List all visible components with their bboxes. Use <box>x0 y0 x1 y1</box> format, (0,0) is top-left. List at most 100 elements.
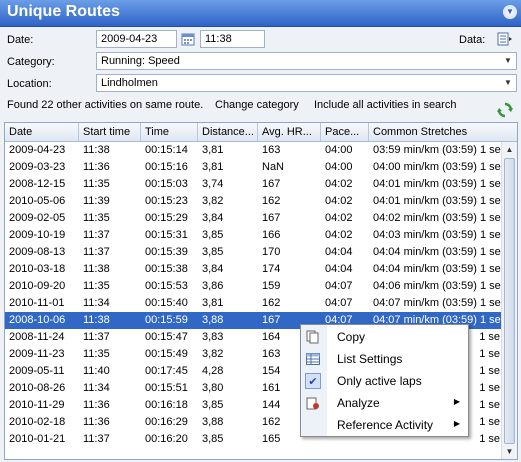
avg-hr-cell: 163 <box>262 144 281 156</box>
common-stretches-cell: 04:03 min/km (03:59) 1 se <box>373 229 501 241</box>
include-all-activities-link[interactable]: Include all activities in search <box>314 99 456 111</box>
table-row[interactable]: 2008-12-15 11:35 00:15:03 3,74 167 04:02 04:01… <box>5 176 502 193</box>
date-cell: 2009-03-23 <box>9 161 66 173</box>
scroll-up-icon[interactable]: ▲ <box>502 142 517 157</box>
location-select[interactable]: Lindholmen ▼ <box>96 74 517 92</box>
column-header-time[interactable]: Time <box>141 123 198 141</box>
start-time-cell: 11:37 <box>83 246 110 258</box>
distance-cell: 3,85 <box>202 229 224 241</box>
data-table-icon[interactable] <box>497 31 513 47</box>
menu-item-reference-activity[interactable]: Reference Activity ▶ <box>301 414 468 436</box>
context-menu: Copy List Settings ✔ Only active laps An… <box>300 324 469 437</box>
avg-hr-cell: 162 <box>262 297 281 309</box>
table-row[interactable]: 2009-04-23 11:38 00:15:14 3,81 163 04:00 03:59… <box>5 142 502 159</box>
scrollbar-thumb[interactable] <box>504 158 515 444</box>
time-cell: 00:15:49 <box>145 348 188 360</box>
avg-hr-cell: 166 <box>262 229 281 241</box>
distance-cell: 3,83 <box>202 331 224 343</box>
common-stretches-cell: 04:07 min/km (03:59) 1 se <box>373 297 501 309</box>
time-cell: 00:16:20 <box>145 433 188 445</box>
time-field[interactable]: 11:38 <box>200 30 265 48</box>
distance-cell: 3,74 <box>202 178 224 190</box>
chevron-down-icon[interactable]: ▼ <box>503 5 517 19</box>
time-cell: 00:15:29 <box>145 212 188 224</box>
date-label: Date: <box>7 34 34 46</box>
pace-cell: 04:02 <box>325 229 353 241</box>
pace-cell: 04:07 <box>325 297 353 309</box>
menu-item-analyze[interactable]: Analyze ▶ <box>301 392 468 414</box>
common-stretches-cell: 04:00 min/km (03:59) 1 se <box>373 161 501 173</box>
distance-cell: 3,82 <box>202 195 224 207</box>
date-cell: 2008-11-24 <box>9 331 65 343</box>
table-row[interactable]: 2009-10-19 11:37 00:15:31 3,85 166 04:02 04:03… <box>5 227 502 244</box>
distance-cell: 3,85 <box>202 399 224 411</box>
column-header-start-time[interactable]: Start time <box>79 123 141 141</box>
common-stretches-cell: 04:04 min/km (03:59) 1 se <box>373 263 501 275</box>
vertical-scrollbar[interactable]: ▲ ▼ <box>501 142 517 459</box>
refresh-icon[interactable] <box>496 101 514 119</box>
submenu-arrow-icon: ▶ <box>453 397 460 406</box>
time-cell: 00:15:23 <box>145 195 188 207</box>
time-cell: 00:16:18 <box>145 399 188 411</box>
distance-cell: 3,81 <box>202 161 224 173</box>
list-settings-icon <box>305 351 321 367</box>
date-cell: 2010-02-18 <box>9 416 66 428</box>
avg-hr-cell: 167 <box>262 212 281 224</box>
column-header-date[interactable]: Date <box>5 123 79 141</box>
table-row[interactable]: 2009-08-13 11:37 00:15:39 3,85 170 04:04 04:04… <box>5 244 502 261</box>
submenu-arrow-icon: ▶ <box>453 419 460 428</box>
table-row[interactable]: 2009-02-05 11:35 00:15:29 3,84 167 04:02 04:02… <box>5 210 502 227</box>
avg-hr-cell: 159 <box>262 280 281 292</box>
time-cell: 00:15:14 <box>145 144 188 156</box>
start-time-cell: 11:38 <box>83 314 110 326</box>
date-cell: 2010-11-01 <box>9 297 65 309</box>
scroll-down-icon[interactable]: ▼ <box>502 444 517 459</box>
column-header-common-stretches[interactable]: Common Stretches <box>369 123 517 141</box>
column-header-avg-hr[interactable]: Avg. HR... <box>258 123 321 141</box>
change-category-link[interactable]: Change category <box>215 99 299 111</box>
time-cell: 00:15:03 <box>145 178 188 190</box>
time-cell: 00:17:45 <box>145 365 188 377</box>
distance-cell: 4,28 <box>202 365 224 377</box>
column-header-pace[interactable]: Pace... <box>321 123 369 141</box>
date-cell: 2010-11-29 <box>9 399 65 411</box>
table-row[interactable]: 2010-03-18 11:38 00:15:38 3,84 174 04:04 04:04… <box>5 261 502 278</box>
date-field[interactable]: 2009-04-23 <box>96 30 177 48</box>
avg-hr-cell: 174 <box>262 263 281 275</box>
distance-cell: 3,85 <box>202 433 224 445</box>
menu-item-label: Analyze <box>337 396 380 410</box>
pace-cell: 04:00 <box>325 144 353 156</box>
common-stretches-cell: 04:06 min/km (03:59) 1 se <box>373 280 501 292</box>
chevron-down-icon[interactable]: ▼ <box>500 75 516 91</box>
common-stretches-cell: 04:01 min/km (03:59) 1 se <box>373 195 501 207</box>
pace-cell: 04:04 <box>325 246 353 258</box>
column-header-distance[interactable]: Distance... <box>198 123 258 141</box>
common-stretches-cell: 04:04 min/km (03:59) 1 se <box>373 246 501 258</box>
table-header: Date Start time Time Distance... Avg. HR… <box>5 123 517 142</box>
table-row[interactable]: 2010-11-01 11:34 00:15:40 3,81 162 04:07 04:07… <box>5 295 502 312</box>
distance-cell: 3,80 <box>202 382 224 394</box>
pace-cell: 04:02 <box>325 212 353 224</box>
time-cell: 00:15:31 <box>145 229 188 241</box>
menu-item-list-settings[interactable]: List Settings <box>301 348 468 370</box>
table-row[interactable]: 2010-05-06 11:39 00:15:23 3,82 162 04:02 04:01… <box>5 193 502 210</box>
start-time-cell: 11:36 <box>83 416 110 428</box>
table-row[interactable]: 2010-09-20 11:35 00:15:53 3,86 159 04:07 04:06… <box>5 278 502 295</box>
distance-cell: 3,81 <box>202 144 224 156</box>
start-time-cell: 11:38 <box>83 144 110 156</box>
chevron-down-icon[interactable]: ▼ <box>500 53 516 69</box>
time-cell: 00:15:59 <box>145 314 188 326</box>
start-time-cell: 11:34 <box>83 382 110 394</box>
menu-item-copy[interactable]: Copy <box>301 326 468 348</box>
category-select[interactable]: Running: Speed ▼ <box>96 52 517 70</box>
table-row[interactable]: 2009-03-23 11:36 00:15:16 3,81 NaN 04:00 04:00… <box>5 159 502 176</box>
calendar-icon[interactable] <box>180 31 196 47</box>
distance-cell: 3,82 <box>202 348 224 360</box>
pace-cell: 04:04 <box>325 263 353 275</box>
time-cell: 00:15:53 <box>145 280 188 292</box>
panel-title: Unique Routes <box>7 3 120 20</box>
start-time-cell: 11:37 <box>83 433 110 445</box>
date-cell: 2009-05-11 <box>9 365 65 377</box>
start-time-cell: 11:36 <box>83 399 110 411</box>
menu-item-only-active-laps[interactable]: ✔ Only active laps <box>301 370 468 392</box>
